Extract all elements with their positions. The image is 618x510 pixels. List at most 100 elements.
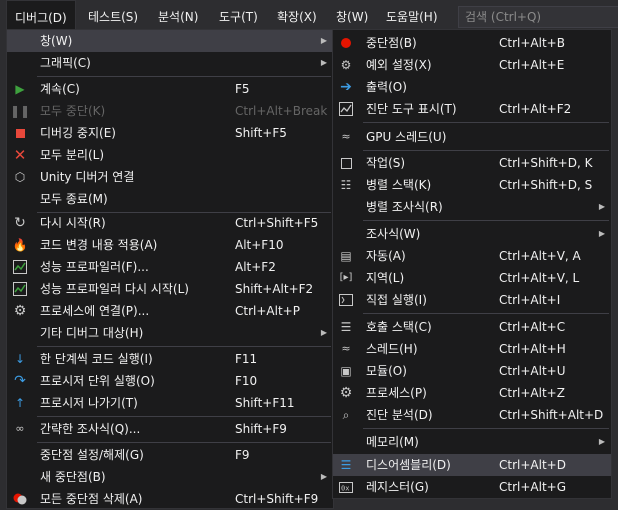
- threads-icon: ≈: [341, 342, 351, 355]
- submenu-arrow-icon: ▶: [320, 58, 327, 67]
- menu-item-shortcut: Ctrl+Shift+F9: [235, 492, 319, 506]
- menu-item-shortcut: Ctrl+Alt+G: [499, 480, 567, 494]
- menu-item-label: 프로세스(P): [366, 386, 427, 400]
- menu-item-label: 디스어셈블리(D): [366, 458, 451, 472]
- menu-item-new-breakpoint[interactable]: 새 중단점(B) ▶: [7, 466, 333, 488]
- submenu-item-breakpoints[interactable]: 중단점(B) Ctrl+Alt+B: [333, 32, 611, 54]
- submenu-item-processes[interactable]: ⚙ 프로세스(P) Ctrl+Alt+Z: [333, 382, 611, 404]
- menu-item-label: 성능 프로파일러 다시 시작(L): [40, 282, 189, 296]
- separator: [37, 442, 331, 443]
- menu-item-label: 다시 시작(R): [40, 216, 106, 230]
- menu-item-label: GPU 스레드(U): [366, 130, 447, 144]
- detach-icon: ✕: [13, 146, 27, 164]
- menu-item-break-all[interactable]: ❚❚ 모두 중단(K) Ctrl+Alt+Break: [7, 100, 333, 122]
- parallel-stacks-icon: ☷: [340, 178, 352, 192]
- menu-item-restart[interactable]: ↻ 다시 시작(R) Ctrl+Shift+F5: [7, 212, 333, 234]
- submenu-item-autos[interactable]: ▤ 자동(A) Ctrl+Alt+V, A: [333, 245, 611, 267]
- menu-item-shortcut: Shift+F11: [235, 396, 295, 410]
- menu-item-relaunch-profiler[interactable]: 성능 프로파일러 다시 시작(L) Shift+Alt+F2: [7, 278, 333, 300]
- separator: [363, 313, 609, 314]
- call-stack-icon: ☰: [340, 320, 352, 334]
- menu-item-delete-all-breakpoints[interactable]: 모든 중단점 삭제(A) Ctrl+Shift+F9: [7, 488, 333, 510]
- menu-item-label: 호출 스택(C): [366, 320, 432, 334]
- menu-item-shortcut: Ctrl+Alt+U: [499, 364, 566, 378]
- menu-item-window[interactable]: 창(W) ▶: [7, 30, 333, 52]
- submenu-item-registers[interactable]: 0x 레지스터(G) Ctrl+Alt+G: [333, 476, 611, 498]
- menu-item-label: 간략한 조사식(Q)...: [40, 422, 141, 436]
- submenu-item-parallel-watch[interactable]: 병렬 조사식(R) ▶: [333, 196, 611, 218]
- submenu-item-diagnostic-analysis[interactable]: ⌕ 진단 분석(D) Ctrl+Shift+Alt+D: [333, 404, 611, 426]
- attach-process-icon: ⚙: [13, 303, 27, 319]
- submenu-item-modules[interactable]: ▣ 모듈(O) Ctrl+Alt+U: [333, 360, 611, 382]
- menu-item-label: 예외 설정(X): [366, 58, 432, 72]
- diagnostic-analysis-icon: ⌕: [342, 408, 350, 422]
- submenu-item-memory[interactable]: 메모리(M) ▶: [333, 431, 611, 453]
- menu-item-performance-profiler[interactable]: 성능 프로파일러(F)... Alt+F2: [7, 256, 333, 278]
- menu-item-shortcut: Ctrl+Shift+D, K: [499, 156, 593, 170]
- menu-item-shortcut: Ctrl+Alt+C: [499, 320, 566, 334]
- submenu-arrow-icon: ▶: [598, 229, 605, 238]
- submenu-item-output[interactable]: ➔ 출력(O): [333, 76, 611, 98]
- menu-item-shortcut: Ctrl+Alt+I: [499, 293, 561, 307]
- submenu-item-watch[interactable]: 조사식(W) ▶: [333, 223, 611, 245]
- menu-item-label: 스레드(H): [366, 342, 418, 356]
- submenu-item-threads[interactable]: ≈ 스레드(H) Ctrl+Alt+H: [333, 338, 611, 360]
- menu-item-graphics[interactable]: 그래픽(C) ▶: [7, 52, 333, 74]
- locals-icon: [▸]: [339, 272, 353, 283]
- menu-item-quickwatch[interactable]: ∞ 간략한 조사식(Q)... Shift+F9: [7, 418, 333, 440]
- search-input[interactable]: 검색 (Ctrl+Q): [458, 6, 618, 28]
- menu-item-label: 병렬 스택(K): [366, 178, 432, 192]
- menu-item-detach-all[interactable]: ✕ 모두 분리(L): [7, 144, 333, 166]
- submenu-item-gpu-threads[interactable]: ≈ GPU 스레드(U): [333, 126, 611, 148]
- menu-item-label: 모두 분리(L): [40, 148, 105, 162]
- menu-item-attach-to-process[interactable]: ⚙ 프로세스에 연결(P)... Ctrl+Alt+P: [7, 300, 333, 322]
- menu-item-shortcut: F10: [235, 374, 258, 388]
- menu-item-label: 진단 분석(D): [366, 408, 433, 422]
- menu-item-other-debug-targets[interactable]: 기타 디버그 대상(H) ▶: [7, 322, 333, 344]
- menu-item-apply-code-changes[interactable]: 🔥 코드 변경 내용 적용(A) Alt+F10: [7, 234, 333, 256]
- menu-item-label: 출력(O): [366, 80, 407, 94]
- window-submenu: 중단점(B) Ctrl+Alt+B ⚙ 예외 설정(X) Ctrl+Alt+E …: [332, 29, 612, 499]
- menu-item-continue[interactable]: ▶ 계속(C) F5: [7, 78, 333, 100]
- menu-item-shortcut: Shift+F5: [235, 126, 287, 140]
- profiler-icon: [12, 259, 28, 275]
- pause-icon: ❚❚: [9, 104, 31, 118]
- separator: [37, 346, 331, 347]
- menu-item-shortcut: Alt+F2: [235, 260, 276, 274]
- separator: [363, 220, 609, 221]
- menu-item-terminate-all[interactable]: 모두 종료(M): [7, 188, 333, 210]
- menu-item-label: 기타 디버그 대상(H): [40, 326, 144, 340]
- submenu-item-call-stack[interactable]: ☰ 호출 스택(C) Ctrl+Alt+C: [333, 316, 611, 338]
- menu-item-label: 진단 도구 표시(T): [366, 102, 457, 116]
- menu-item-label: 메모리(M): [366, 435, 419, 449]
- delete-breakpoints-icon: [12, 491, 28, 507]
- menu-item-stop-debugging[interactable]: 디버깅 중지(E) Shift+F5: [7, 122, 333, 144]
- gpu-threads-icon: ≈: [341, 130, 351, 143]
- menu-item-shortcut: Ctrl+Shift+F5: [235, 216, 319, 230]
- submenu-item-tasks[interactable]: 작업(S) Ctrl+Shift+D, K: [333, 152, 611, 174]
- unity-icon: ⬡: [14, 170, 26, 184]
- submenu-item-disassembly[interactable]: ☰ 디스어셈블리(D) Ctrl+Alt+D: [333, 454, 611, 476]
- submenu-item-exception-settings[interactable]: ⚙ 예외 설정(X) Ctrl+Alt+E: [333, 54, 611, 76]
- separator: [363, 122, 609, 123]
- menu-item-shortcut: Shift+F9: [235, 422, 287, 436]
- menu-item-label: 디버깅 중지(E): [40, 126, 116, 140]
- menu-item-label: 창(W): [40, 34, 73, 48]
- submenu-item-immediate[interactable]: 직접 실행(I) Ctrl+Alt+I: [333, 289, 611, 311]
- debug-menu: 창(W) ▶ 그래픽(C) ▶ ▶ 계속(C) F5 ❚❚ 모두 중단(K) C…: [6, 29, 334, 509]
- menu-item-shortcut: F9: [235, 448, 250, 462]
- menu-item-attach-unity[interactable]: ⬡ Unity 디버거 연결: [7, 166, 333, 188]
- submenu-item-locals[interactable]: [▸] 지역(L) Ctrl+Alt+V, L: [333, 267, 611, 289]
- submenu-item-parallel-stacks[interactable]: ☷ 병렬 스택(K) Ctrl+Shift+D, S: [333, 174, 611, 196]
- exception-settings-icon: ⚙: [340, 58, 352, 72]
- menu-item-step-into[interactable]: ↓ 한 단계씩 코드 실행(I) F11: [7, 348, 333, 370]
- disassembly-icon: ☰: [340, 458, 352, 472]
- menu-item-step-over[interactable]: ↷ 프로시저 단위 실행(O) F10: [7, 370, 333, 392]
- menu-item-toggle-breakpoint[interactable]: 중단점 설정/해제(G) F9: [7, 444, 333, 466]
- menu-item-label: 모듈(O): [366, 364, 407, 378]
- submenu-item-diagnostic-tools[interactable]: 진단 도구 표시(T) Ctrl+Alt+F2: [333, 98, 611, 120]
- submenu-arrow-icon: ▶: [320, 472, 327, 481]
- menu-item-label: 병렬 조사식(R): [366, 200, 443, 214]
- profiler-restart-icon: [12, 281, 28, 297]
- menu-item-step-out[interactable]: ↑ 프로시저 나가기(T) Shift+F11: [7, 392, 333, 414]
